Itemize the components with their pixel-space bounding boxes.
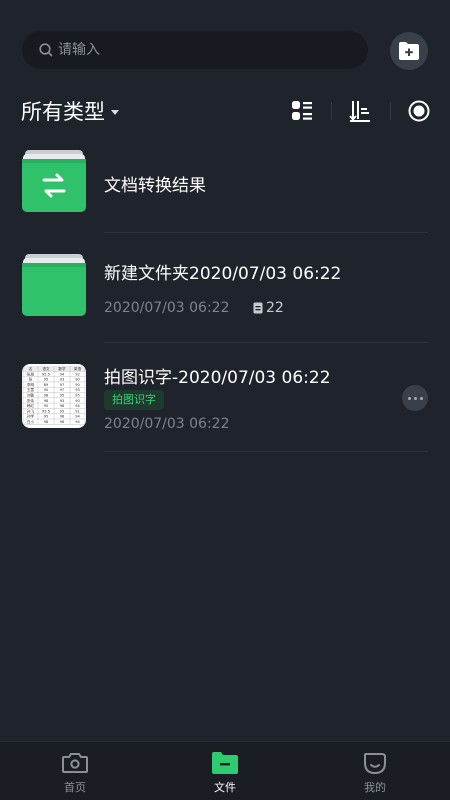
table-cell: 李明	[27, 382, 35, 387]
table-cell: 98	[44, 420, 49, 424]
table-cell: 94	[75, 420, 80, 424]
toolbar-divider	[390, 102, 391, 120]
camera-icon	[62, 753, 88, 773]
table-cell: 名	[29, 366, 33, 371]
table-cell: 95	[44, 415, 49, 419]
profile-icon	[364, 753, 386, 775]
table-cell: 97	[60, 388, 65, 392]
search-bar[interactable]	[22, 31, 368, 69]
select-mode-icon[interactable]	[407, 99, 431, 123]
nav-label: 我的	[364, 781, 386, 794]
table-cell: 孙飞	[27, 408, 35, 413]
table-cell: 张	[29, 377, 33, 382]
view-mode-icon[interactable]	[290, 99, 314, 123]
more-dot	[419, 396, 423, 400]
table-cell: 90	[75, 378, 80, 382]
table-cell: 93	[60, 378, 65, 382]
nav-label: 首页	[64, 781, 86, 794]
chevron-down-icon	[111, 109, 119, 115]
item-title: 文档转换结果	[104, 176, 206, 196]
table-cell: 97	[60, 383, 65, 387]
table-cell: 语文	[42, 366, 50, 371]
table-cell: 90	[44, 388, 49, 392]
list-item[interactable]: 文档转换结果	[0, 150, 450, 234]
table-cell: 96	[60, 404, 65, 408]
bottom-nav: 首页 文件 我的	[0, 741, 450, 800]
table-cell: 白小	[27, 419, 35, 424]
list-item[interactable]: 名语文 数学 英语 张朋 95.5 94 92 张 95 93 90 李明 89 97 90 王霞 90 97 93…	[0, 362, 450, 454]
nav-item-home[interactable]: 首页	[35, 750, 115, 798]
list-divider	[104, 342, 428, 343]
table-cell: 93	[75, 388, 80, 392]
item-count: 22	[253, 300, 284, 316]
item-title: 拍图识字-2020/07/03 06:22	[104, 368, 331, 388]
sort-icon[interactable]	[348, 99, 372, 123]
item-date: 2020/07/03 06:22	[104, 300, 230, 316]
table-image-thumbnail: 名语文 数学 英语 张朋 95.5 94 92 张 95 93 90 李明 89 97 90 王霞 90 97 93…	[22, 364, 86, 428]
table-cell: 95	[44, 404, 49, 408]
nav-item-profile[interactable]: 我的	[335, 750, 415, 798]
table-cell: 98	[44, 399, 49, 403]
item-count-value: 22	[266, 300, 284, 316]
table-cell: 93	[60, 399, 65, 403]
folder-icon	[22, 254, 86, 316]
toolbar-divider	[331, 102, 332, 120]
table-cell: 98	[44, 394, 49, 398]
table-cell: 94	[75, 404, 80, 408]
table-cell: 95.5	[42, 372, 50, 376]
folder-add-icon	[399, 42, 419, 60]
list-item[interactable]: 新建文件夹2020/07/03 06:22 2020/07/03 06:22 2…	[0, 254, 450, 344]
table-cell: 95.5	[42, 409, 50, 413]
table-cell: 96	[60, 420, 65, 424]
table-cell: 张朋	[27, 371, 35, 376]
nav-item-files[interactable]: 文件	[185, 750, 265, 798]
table-cell: 92	[75, 372, 80, 376]
type-filter-label: 所有类型	[21, 100, 105, 124]
search-icon	[39, 43, 53, 57]
app-root: 所有类型 文档转换结果	[0, 0, 450, 800]
more-dot	[407, 396, 411, 400]
table-cell: 90	[75, 383, 80, 387]
search-input[interactable]	[58, 42, 338, 58]
table-cell: 89	[44, 383, 49, 387]
type-filter-dropdown[interactable]: 所有类型	[21, 97, 119, 125]
table-cell: 王霞	[27, 387, 35, 392]
folder-icon	[212, 752, 238, 774]
document-count-icon	[253, 302, 263, 314]
item-tag: 拍图识字	[104, 390, 164, 410]
table-cell: 91	[75, 409, 80, 413]
folder-convert-icon	[22, 150, 86, 212]
table-cell: 98	[60, 415, 65, 419]
item-date: 2020/07/03 06:22	[104, 416, 230, 432]
item-title: 新建文件夹2020/07/03 06:22	[104, 264, 342, 284]
table-cell: 英语	[74, 366, 82, 371]
new-folder-button[interactable]	[390, 32, 428, 70]
list-divider	[104, 232, 428, 233]
nav-label: 文件	[214, 781, 236, 794]
list-divider	[104, 451, 428, 452]
table-cell: 刘敏	[27, 393, 35, 398]
table-cell: 数学	[58, 366, 66, 371]
more-options-button[interactable]	[402, 385, 428, 411]
table-cell: 韩红	[27, 403, 35, 408]
table-cell: 94	[75, 415, 80, 419]
more-dot	[413, 396, 417, 400]
table-cell: 95	[60, 409, 65, 413]
table-cell: 94	[60, 372, 65, 376]
table-cell: 90	[75, 399, 80, 403]
table-cell: 张伟	[27, 398, 35, 403]
table-image: 名语文 数学 英语张朋 95.5 94 92张 95 93 90李明 89 97 90王霞 90 97 93…	[22, 366, 86, 425]
table-cell: 95	[75, 394, 80, 398]
table-cell: 95	[44, 378, 49, 382]
table-cell: 孙学	[27, 414, 35, 419]
table-cell: 95	[60, 394, 65, 398]
